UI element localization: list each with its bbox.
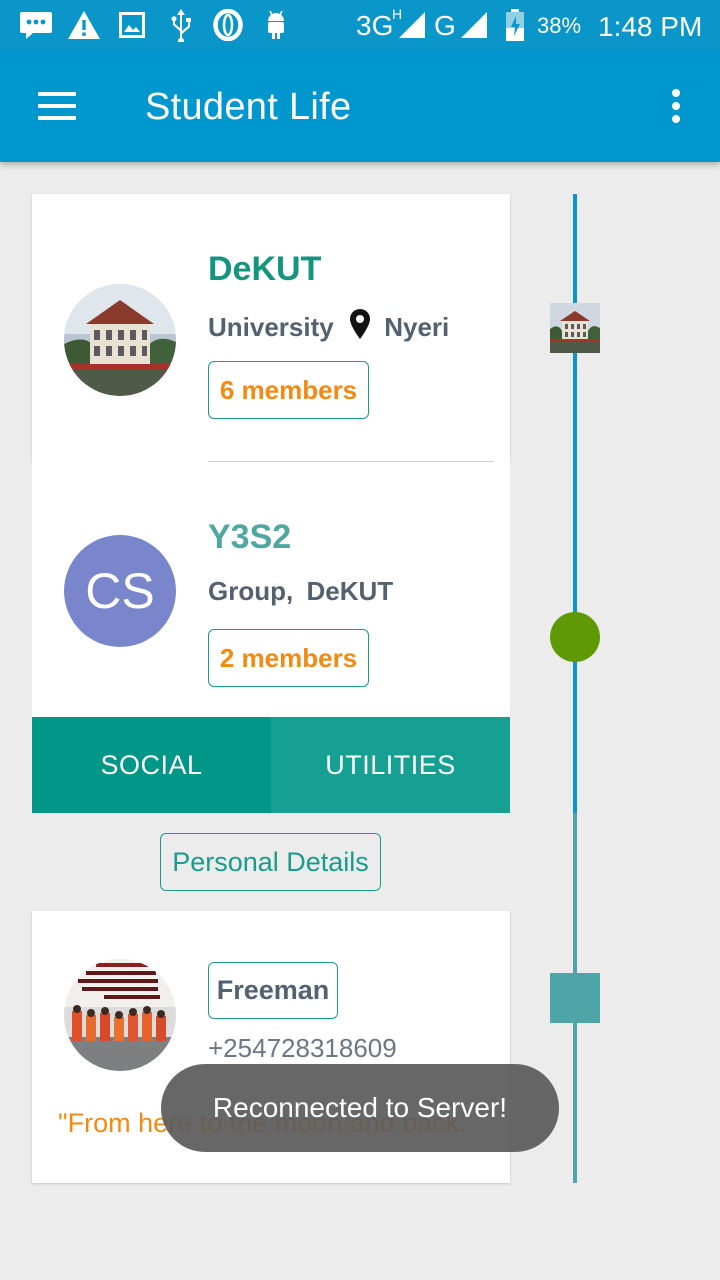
tab-bar: SOCIAL UTILITIES (32, 717, 510, 813)
timeline-profile-node[interactable] (550, 973, 600, 1023)
group-card[interactable]: CS Y3S2 Group, DeKUT 2 members (32, 462, 510, 717)
toast-message: Reconnected to Server! (161, 1064, 559, 1152)
status-bar: 3G H G 38% 1:48 PM (0, 0, 720, 50)
profile-avatar (64, 959, 176, 1071)
network-g-label: G (434, 10, 456, 41)
university-type: University Nyeri (208, 308, 449, 347)
tab-utilities[interactable]: UTILITIES (271, 717, 510, 813)
network-3g-label: 3G (356, 10, 394, 41)
university-card[interactable]: DeKUT University Nyeri 6 members (32, 194, 510, 462)
clock: 1:48 PM (598, 11, 703, 42)
more-vert-icon[interactable] (658, 84, 694, 128)
profile-phone: +254728318609 (208, 1033, 397, 1063)
university-name: DeKUT (208, 250, 322, 288)
opera-icon (212, 8, 244, 42)
university-avatar (64, 284, 176, 396)
group-parent: DeKUT (306, 576, 394, 606)
university-members-button[interactable]: 6 members (208, 361, 369, 419)
signal-3g-icon (396, 8, 428, 42)
warning-icon (66, 8, 102, 42)
signal-g-icon (458, 8, 490, 42)
battery-icon (504, 8, 526, 42)
image-icon (118, 8, 146, 42)
messenger-icon (18, 8, 54, 42)
timeline-university-thumbnail[interactable] (550, 303, 600, 353)
location-pin-icon (349, 308, 371, 347)
timeline-group-node[interactable] (550, 612, 600, 662)
personal-details-button[interactable]: Personal Details (160, 833, 381, 891)
timeline-line-top (573, 194, 577, 813)
group-members-button[interactable]: 2 members (208, 629, 369, 687)
android-icon (262, 8, 290, 42)
group-avatar: CS (64, 535, 176, 647)
university-type-label: University (208, 312, 334, 342)
group-avatar-initials: CS (85, 563, 155, 619)
page-title: Student Life (145, 86, 352, 128)
tab-social[interactable]: SOCIAL (32, 717, 271, 813)
app-bar: Student Life (0, 50, 720, 162)
usb-icon (168, 8, 194, 42)
hamburger-menu-icon[interactable] (30, 86, 82, 126)
battery-percent: 38% (537, 13, 582, 38)
group-type: Group, DeKUT (208, 576, 393, 607)
group-name: Y3S2 (208, 518, 292, 556)
university-location: Nyeri (384, 312, 450, 342)
group-type-label: Group, (208, 576, 294, 606)
profile-name-button[interactable]: Freeman (208, 962, 338, 1019)
